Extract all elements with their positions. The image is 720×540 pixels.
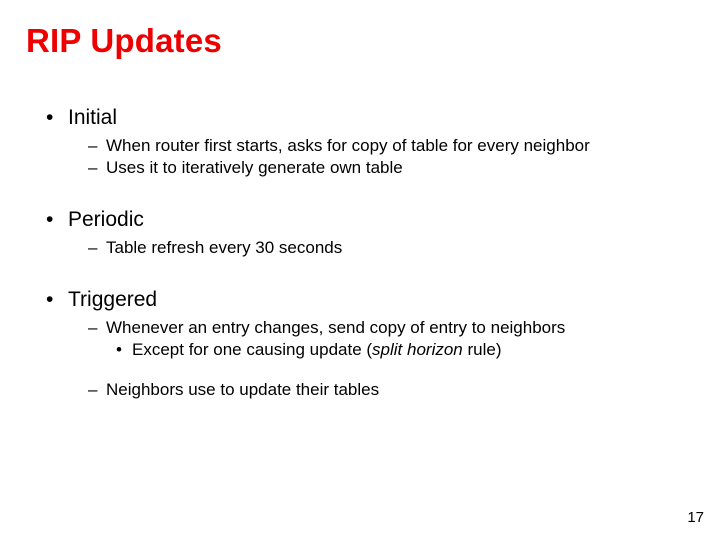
sub-sub-bullet: Except for one causing update (split hor… [46, 340, 690, 360]
sub-bullet: When router first starts, asks for copy … [46, 136, 690, 156]
bullet-heading: Triggered [68, 288, 157, 311]
bullet-heading: Periodic [68, 208, 144, 231]
spacer [46, 362, 690, 378]
spacer [46, 180, 690, 208]
text-em: split horizon [372, 340, 463, 359]
slide-body: Initial When router first starts, asks f… [46, 106, 690, 402]
slide: RIP Updates Initial When router first st… [0, 0, 720, 540]
page-number: 17 [687, 509, 704, 526]
bullet-periodic: Periodic [46, 208, 690, 232]
sub-bullet: Table refresh every 30 seconds [46, 238, 690, 258]
spacer [46, 260, 690, 288]
bullet-triggered: Triggered [46, 288, 690, 312]
sub-bullet: Neighbors use to update their tables [46, 380, 690, 400]
sub-bullet: Whenever an entry changes, send copy of … [46, 318, 690, 338]
text-pre: Except for one causing update ( [132, 340, 372, 359]
sub-bullet: Uses it to iteratively generate own tabl… [46, 158, 690, 178]
text-post: rule) [463, 340, 502, 359]
bullet-initial: Initial [46, 106, 690, 130]
bullet-heading: Initial [68, 106, 117, 129]
slide-title: RIP Updates [26, 22, 222, 60]
